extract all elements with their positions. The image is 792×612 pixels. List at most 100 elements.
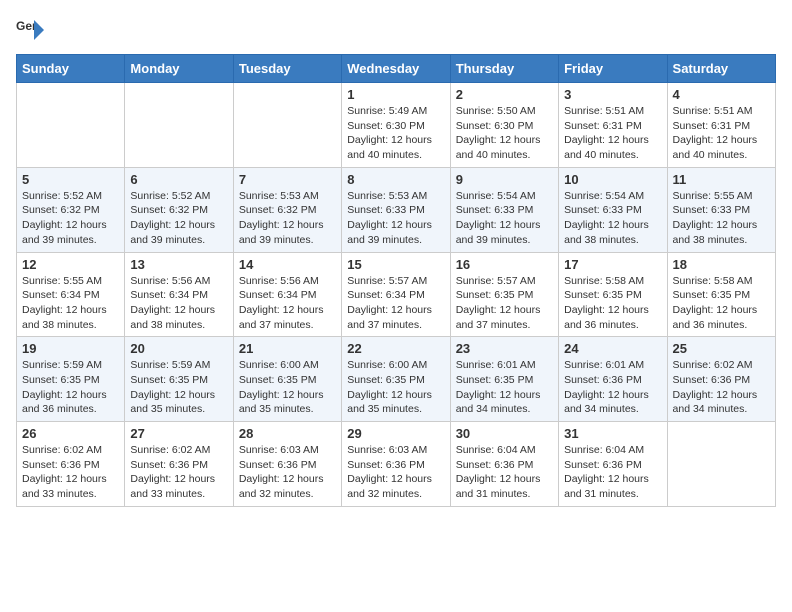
calendar-day-cell: 18Sunrise: 5:58 AMSunset: 6:35 PMDayligh… (667, 252, 775, 337)
weekday-header-cell: Monday (125, 55, 233, 83)
day-number: 21 (239, 341, 336, 356)
day-info: Sunrise: 6:04 AMSunset: 6:36 PMDaylight:… (564, 443, 661, 502)
day-number: 24 (564, 341, 661, 356)
calendar-day-cell: 25Sunrise: 6:02 AMSunset: 6:36 PMDayligh… (667, 337, 775, 422)
calendar-day-cell (667, 422, 775, 507)
calendar-day-cell: 7 Sunrise: 5:53 AMSunset: 6:32 PMDaylight… (233, 167, 341, 252)
day-info: Sunrise: 6:01 AMSunset: 6:35 PMDaylight:… (456, 358, 553, 417)
day-number: 11 (673, 172, 770, 187)
day-info: Sunrise: 5:52 AMSunset: 6:32 PMDaylight:… (22, 189, 119, 248)
calendar: SundayMondayTuesdayWednesdayThursdayFrid… (16, 54, 776, 507)
day-info: Sunrise: 5:51 AMSunset: 6:31 PMDaylight:… (673, 104, 770, 163)
calendar-day-cell: 13 Sunrise: 5:56 AMSunset: 6:34 PMDayligh… (125, 252, 233, 337)
day-number: 1 (347, 87, 444, 102)
day-info: Sunrise: 5:55 AMSunset: 6:33 PMDaylight:… (673, 189, 770, 248)
calendar-day-cell (17, 83, 125, 168)
day-number: 28 (239, 426, 336, 441)
day-number: 22 (347, 341, 444, 356)
calendar-day-cell: 14Sunrise: 5:56 AMSunset: 6:34 PMDayligh… (233, 252, 341, 337)
header: Gen (16, 16, 776, 44)
day-info: Sunrise: 5:54 AMSunset: 6:33 PMDaylight:… (564, 189, 661, 248)
calendar-day-cell: 4 Sunrise: 5:51 AMSunset: 6:31 PMDaylight… (667, 83, 775, 168)
day-info: Sunrise: 5:51 AMSunset: 6:31 PMDaylight:… (564, 104, 661, 163)
day-info: Sunrise: 5:57 AMSunset: 6:35 PMDaylight:… (456, 274, 553, 333)
day-number: 26 (22, 426, 119, 441)
day-info: Sunrise: 5:57 AMSunset: 6:34 PMDaylight:… (347, 274, 444, 333)
day-info: Sunrise: 6:02 AMSunset: 6:36 PMDaylight:… (22, 443, 119, 502)
day-number: 31 (564, 426, 661, 441)
day-info: Sunrise: 5:53 AMSunset: 6:32 PMDaylight:… (239, 189, 336, 248)
day-number: 4 (673, 87, 770, 102)
day-info: Sunrise: 5:54 AMSunset: 6:33 PMDaylight:… (456, 189, 553, 248)
calendar-day-cell: 17 Sunrise: 5:58 AMSunset: 6:35 PMDayligh… (559, 252, 667, 337)
day-info: Sunrise: 6:01 AMSunset: 6:36 PMDaylight:… (564, 358, 661, 417)
logo: Gen (16, 16, 48, 44)
day-info: Sunrise: 5:53 AMSunset: 6:33 PMDaylight:… (347, 189, 444, 248)
day-number: 8 (347, 172, 444, 187)
day-number: 15 (347, 257, 444, 272)
day-info: Sunrise: 5:58 AMSunset: 6:35 PMDaylight:… (673, 274, 770, 333)
calendar-day-cell: 12Sunrise: 5:55 AMSunset: 6:34 PMDayligh… (17, 252, 125, 337)
day-info: Sunrise: 5:59 AMSunset: 6:35 PMDaylight:… (130, 358, 227, 417)
calendar-day-cell: 30Sunrise: 6:04 AMSunset: 6:36 PMDayligh… (450, 422, 558, 507)
day-number: 25 (673, 341, 770, 356)
calendar-day-cell (125, 83, 233, 168)
calendar-day-cell: 19 Sunrise: 5:59 AMSunset: 6:35 PMDayligh… (17, 337, 125, 422)
calendar-day-cell: 2 Sunrise: 5:50 AMSunset: 6:30 PMDaylight… (450, 83, 558, 168)
calendar-day-cell: 11 Sunrise: 5:55 AMSunset: 6:33 PMDayligh… (667, 167, 775, 252)
day-info: Sunrise: 5:56 AMSunset: 6:34 PMDaylight:… (239, 274, 336, 333)
calendar-week-row: 26 Sunrise: 6:02 AMSunset: 6:36 PMDayligh… (17, 422, 776, 507)
day-info: Sunrise: 5:55 AMSunset: 6:34 PMDaylight:… (22, 274, 119, 333)
calendar-week-row: 19 Sunrise: 5:59 AMSunset: 6:35 PMDayligh… (17, 337, 776, 422)
day-number: 16 (456, 257, 553, 272)
calendar-day-cell: 22 Sunrise: 6:00 AMSunset: 6:35 PMDayligh… (342, 337, 450, 422)
calendar-week-row: 12Sunrise: 5:55 AMSunset: 6:34 PMDayligh… (17, 252, 776, 337)
day-number: 27 (130, 426, 227, 441)
day-number: 9 (456, 172, 553, 187)
weekday-header-row: SundayMondayTuesdayWednesdayThursdayFrid… (17, 55, 776, 83)
calendar-week-row: 1 Sunrise: 5:49 AMSunset: 6:30 PMDaylight… (17, 83, 776, 168)
day-number: 29 (347, 426, 444, 441)
calendar-day-cell: 29 Sunrise: 6:03 AMSunset: 6:36 PMDayligh… (342, 422, 450, 507)
calendar-week-row: 5 Sunrise: 5:52 AMSunset: 6:32 PMDaylight… (17, 167, 776, 252)
day-number: 23 (456, 341, 553, 356)
weekday-header-cell: Friday (559, 55, 667, 83)
day-number: 2 (456, 87, 553, 102)
logo-icon: Gen (16, 16, 44, 44)
day-info: Sunrise: 5:58 AMSunset: 6:35 PMDaylight:… (564, 274, 661, 333)
calendar-day-cell: 8 Sunrise: 5:53 AMSunset: 6:33 PMDaylight… (342, 167, 450, 252)
weekday-header-cell: Sunday (17, 55, 125, 83)
weekday-header-cell: Tuesday (233, 55, 341, 83)
day-number: 19 (22, 341, 119, 356)
calendar-day-cell (233, 83, 341, 168)
calendar-day-cell: 6 Sunrise: 5:52 AMSunset: 6:32 PMDaylight… (125, 167, 233, 252)
weekday-header-cell: Saturday (667, 55, 775, 83)
calendar-day-cell: 20Sunrise: 5:59 AMSunset: 6:35 PMDayligh… (125, 337, 233, 422)
day-info: Sunrise: 5:56 AMSunset: 6:34 PMDaylight:… (130, 274, 227, 333)
day-info: Sunrise: 5:59 AMSunset: 6:35 PMDaylight:… (22, 358, 119, 417)
day-number: 13 (130, 257, 227, 272)
calendar-day-cell: 26 Sunrise: 6:02 AMSunset: 6:36 PMDayligh… (17, 422, 125, 507)
day-number: 5 (22, 172, 119, 187)
day-number: 10 (564, 172, 661, 187)
calendar-day-cell: 16 Sunrise: 5:57 AMSunset: 6:35 PMDayligh… (450, 252, 558, 337)
day-info: Sunrise: 6:00 AMSunset: 6:35 PMDaylight:… (347, 358, 444, 417)
calendar-day-cell: 1 Sunrise: 5:49 AMSunset: 6:30 PMDaylight… (342, 83, 450, 168)
calendar-day-cell: 23 Sunrise: 6:01 AMSunset: 6:35 PMDayligh… (450, 337, 558, 422)
weekday-header-cell: Wednesday (342, 55, 450, 83)
day-info: Sunrise: 5:52 AMSunset: 6:32 PMDaylight:… (130, 189, 227, 248)
day-number: 7 (239, 172, 336, 187)
day-number: 6 (130, 172, 227, 187)
day-info: Sunrise: 5:50 AMSunset: 6:30 PMDaylight:… (456, 104, 553, 163)
day-number: 17 (564, 257, 661, 272)
calendar-day-cell: 28 Sunrise: 6:03 AMSunset: 6:36 PMDayligh… (233, 422, 341, 507)
day-info: Sunrise: 5:49 AMSunset: 6:30 PMDaylight:… (347, 104, 444, 163)
day-info: Sunrise: 6:03 AMSunset: 6:36 PMDaylight:… (347, 443, 444, 502)
calendar-day-cell: 9 Sunrise: 5:54 AMSunset: 6:33 PMDaylight… (450, 167, 558, 252)
calendar-day-cell: 5 Sunrise: 5:52 AMSunset: 6:32 PMDaylight… (17, 167, 125, 252)
day-info: Sunrise: 6:03 AMSunset: 6:36 PMDaylight:… (239, 443, 336, 502)
day-number: 3 (564, 87, 661, 102)
day-info: Sunrise: 6:02 AMSunset: 6:36 PMDaylight:… (130, 443, 227, 502)
calendar-day-cell: 3 Sunrise: 5:51 AMSunset: 6:31 PMDaylight… (559, 83, 667, 168)
calendar-day-cell: 24 Sunrise: 6:01 AMSunset: 6:36 PMDayligh… (559, 337, 667, 422)
